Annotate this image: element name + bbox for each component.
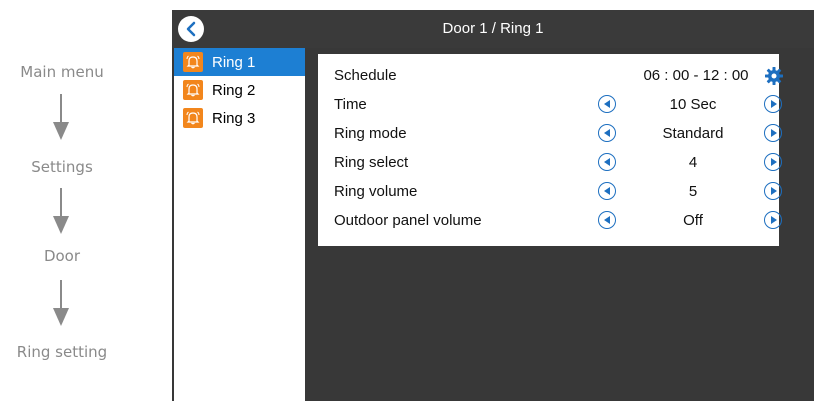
right-arrow-icon bbox=[770, 158, 777, 166]
ring-volume-row: Ring volume 5 bbox=[318, 177, 782, 206]
ring-volume-value: 5 bbox=[688, 183, 698, 200]
time-label: Time bbox=[334, 96, 367, 113]
settings-panel: Schedule 06 : 00 - 12 : 00 Time 10 Sec R… bbox=[318, 54, 783, 246]
outdoor-panel-volume-row: Outdoor panel volume Off bbox=[318, 206, 782, 235]
ring-volume-increase-button[interactable] bbox=[764, 182, 782, 200]
right-arrow-icon bbox=[770, 216, 777, 224]
ring-volume-label: Ring volume bbox=[334, 183, 418, 200]
ring-list: Ring 1 Ring 2 Ring 3 bbox=[174, 48, 305, 401]
flow-step-door: Door bbox=[43, 247, 81, 265]
right-arrow-icon bbox=[770, 129, 777, 137]
time-decrease-button[interactable] bbox=[598, 95, 616, 113]
ring-select-increase-button[interactable] bbox=[764, 153, 782, 171]
ring-select-value: 4 bbox=[688, 154, 698, 171]
schedule-label: Schedule bbox=[334, 67, 397, 84]
ring-mode-decrease-button[interactable] bbox=[598, 124, 616, 142]
back-button[interactable] bbox=[178, 16, 204, 42]
ring-volume-decrease-button[interactable] bbox=[598, 182, 616, 200]
right-arrow-icon bbox=[770, 187, 777, 195]
ring-select-decrease-button[interactable] bbox=[598, 153, 616, 171]
navigation-flow: Main menu Settings Door Ring setting bbox=[0, 0, 172, 401]
schedule-row[interactable]: Schedule 06 : 00 - 12 : 00 bbox=[318, 61, 783, 90]
bell-icon bbox=[183, 52, 203, 72]
ring-mode-label: Ring mode bbox=[334, 125, 407, 142]
outdoor-panel-volume-decrease-button[interactable] bbox=[598, 211, 616, 229]
left-arrow-icon bbox=[603, 216, 610, 224]
schedule-value: 06 : 00 - 12 : 00 bbox=[643, 67, 749, 84]
back-arrow-icon bbox=[186, 21, 196, 37]
gear-icon[interactable] bbox=[764, 66, 784, 86]
sidebar-item-ring-2[interactable]: Ring 2 bbox=[174, 76, 305, 104]
outdoor-panel-volume-label: Outdoor panel volume bbox=[334, 212, 482, 229]
flow-step-settings: Settings bbox=[31, 158, 93, 176]
left-arrow-icon bbox=[603, 187, 610, 195]
outdoor-panel-volume-increase-button[interactable] bbox=[764, 211, 782, 229]
down-arrow-icon bbox=[53, 188, 69, 234]
time-increase-button[interactable] bbox=[764, 95, 782, 113]
outdoor-panel-volume-value: Off bbox=[683, 212, 703, 229]
ring-select-row: Ring select 4 bbox=[318, 148, 782, 177]
sidebar-item-ring-3[interactable]: Ring 3 bbox=[174, 104, 305, 132]
ring-select-label: Ring select bbox=[334, 154, 409, 171]
left-arrow-icon bbox=[603, 158, 610, 166]
time-row: Time 10 Sec bbox=[318, 90, 782, 119]
left-arrow-icon bbox=[603, 129, 610, 137]
ring-mode-row: Ring mode Standard bbox=[318, 119, 782, 148]
left-arrow-icon bbox=[603, 100, 610, 108]
bell-icon bbox=[183, 80, 203, 100]
device-screen: Door 1 / Ring 1 Ring 1 Ring 2 Ring 3 Sch… bbox=[172, 10, 814, 401]
page-title: Door 1 / Ring 1 bbox=[442, 20, 544, 37]
bell-icon bbox=[183, 108, 203, 128]
down-arrow-icon bbox=[53, 280, 69, 326]
sidebar-item-label: Ring 3 bbox=[212, 109, 256, 127]
time-value: 10 Sec bbox=[669, 96, 717, 113]
right-arrow-icon bbox=[770, 100, 777, 108]
flow-step-ring-setting: Ring setting bbox=[16, 343, 108, 361]
sidebar-item-label: Ring 1 bbox=[212, 53, 256, 71]
sidebar-item-ring-1[interactable]: Ring 1 bbox=[174, 48, 305, 76]
down-arrow-icon bbox=[53, 94, 69, 140]
sidebar-item-label: Ring 2 bbox=[212, 81, 256, 99]
ring-mode-value: Standard bbox=[662, 125, 724, 142]
ring-mode-increase-button[interactable] bbox=[764, 124, 782, 142]
flow-step-main-menu: Main menu bbox=[20, 63, 104, 81]
top-bar: Door 1 / Ring 1 bbox=[172, 10, 814, 48]
